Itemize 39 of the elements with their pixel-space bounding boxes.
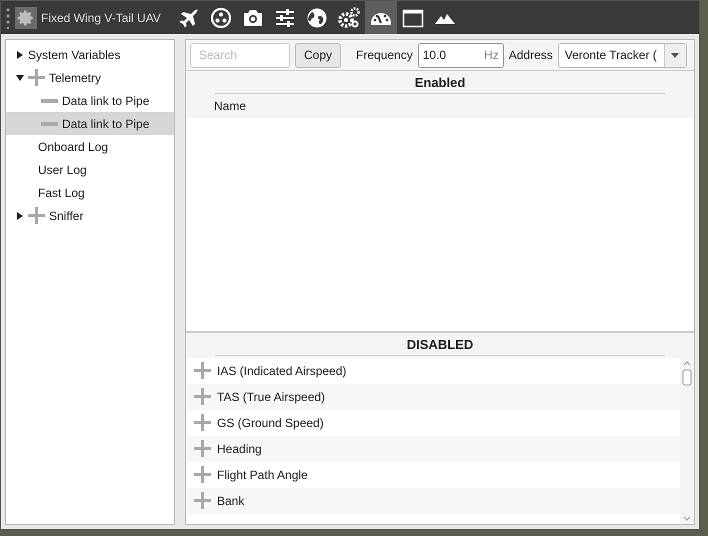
frequency-label: Frequency: [356, 47, 413, 64]
plus-icon: [28, 207, 45, 224]
plus-icon: [28, 69, 45, 86]
tree-item[interactable]: Fast Log: [6, 181, 174, 204]
copy-button[interactable]: Copy: [295, 42, 342, 68]
tree-item[interactable]: Sniffer: [6, 204, 174, 227]
plus-icon: [194, 362, 211, 379]
column-header[interactable]: Name: [214, 96, 246, 114]
expanded-arrow-icon[interactable]: [16, 74, 24, 82]
plus-icon: [194, 466, 211, 483]
gauge-icon[interactable]: [364, 1, 397, 34]
address-dropdown[interactable]: Veronte Tracker (: [558, 42, 687, 68]
list-item[interactable]: TAS (True Airspeed): [186, 384, 680, 410]
list-item[interactable]: Bank: [186, 488, 680, 514]
plus-icon: [194, 414, 211, 431]
tree-item[interactable]: Onboard Log: [6, 135, 174, 158]
window-title: Fixed Wing V-Tail UAV: [41, 10, 161, 26]
scrollbar[interactable]: [680, 358, 694, 524]
gear-icon[interactable]: [15, 6, 37, 28]
section-title: Enabled: [215, 73, 665, 94]
minus-icon: [41, 122, 58, 126]
tree-item[interactable]: Data link to Pipe: [6, 112, 174, 135]
tree-item[interactable]: User Log: [6, 158, 174, 181]
address-label: Address: [508, 47, 553, 64]
tree-item[interactable]: System Variables: [6, 43, 174, 66]
tree-item[interactable]: Data link to Pipe: [6, 89, 174, 112]
plus-icon: [194, 388, 211, 405]
collapsed-arrow-icon[interactable]: [16, 50, 24, 58]
list-item[interactable]: Heading: [186, 436, 680, 462]
frequency-field[interactable]: 10.0 Hz: [418, 42, 504, 68]
search-field[interactable]: Search: [190, 42, 290, 68]
section-title: DISABLED: [215, 335, 665, 356]
caret-icon: [671, 52, 680, 58]
plus-icon: [194, 440, 211, 457]
minus-icon: [41, 98, 58, 102]
drag-handle-icon[interactable]: [5, 6, 11, 28]
plus-icon: [194, 492, 211, 509]
collapsed-arrow-icon[interactable]: [16, 212, 24, 220]
tree-item[interactable]: Telemetry: [6, 66, 174, 89]
